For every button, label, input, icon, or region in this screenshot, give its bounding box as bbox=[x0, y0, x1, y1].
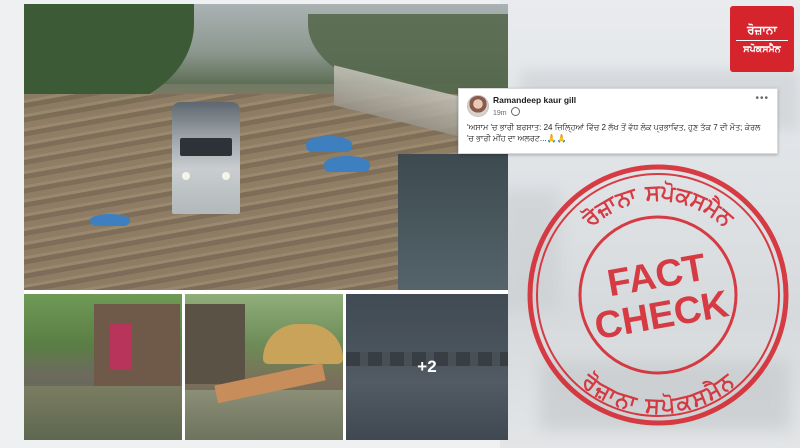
globe-icon bbox=[510, 107, 520, 116]
post-meta: 19m bbox=[493, 107, 520, 117]
train-locomotive bbox=[172, 102, 240, 214]
post-text: 'ਅਸਾਮ 'ਚ ਭਾਰੀ ਬਰਸਾਤ: 24 ਜ਼ਿਲ੍ਹਿਆਂ ਵਿੱਚ 2… bbox=[467, 123, 761, 143]
fact-check-stamp: ਰੋਜ਼ਾਨਾ ਸਪੋਕਸਮੈਨ ਰੋਜ਼ਾਨਾ ਸਪੋਕਸਮੈਨ FACT C… bbox=[527, 164, 789, 426]
avatar[interactable] bbox=[467, 95, 489, 117]
post-time[interactable]: 19m bbox=[493, 110, 507, 117]
more-options-icon[interactable]: ••• bbox=[755, 93, 769, 104]
logo-line-2: ਸਪੋਕਸਮੈਨ bbox=[743, 43, 781, 55]
post-author[interactable]: Ramandeep kaur gill bbox=[493, 95, 576, 105]
post-photo-collage: +2 bbox=[24, 4, 508, 440]
facebook-post-card: Ramandeep kaur gill 19m ••• 'ਅਸਾਮ 'ਚ ਭਾਰ… bbox=[458, 88, 778, 154]
main-flood-photo[interactable] bbox=[24, 4, 508, 290]
flooded-house-photo[interactable] bbox=[24, 294, 182, 440]
more-photos-count[interactable]: +2 bbox=[346, 294, 508, 440]
flood-raft-photo[interactable] bbox=[185, 294, 343, 440]
rozana-spokesman-logo: ਰੋਜ਼ਾਨਾ ਸਪੋਕਸਮੈਨ bbox=[730, 6, 794, 72]
logo-line-1: ਰੋਜ਼ਾਨਾ bbox=[747, 22, 777, 37]
